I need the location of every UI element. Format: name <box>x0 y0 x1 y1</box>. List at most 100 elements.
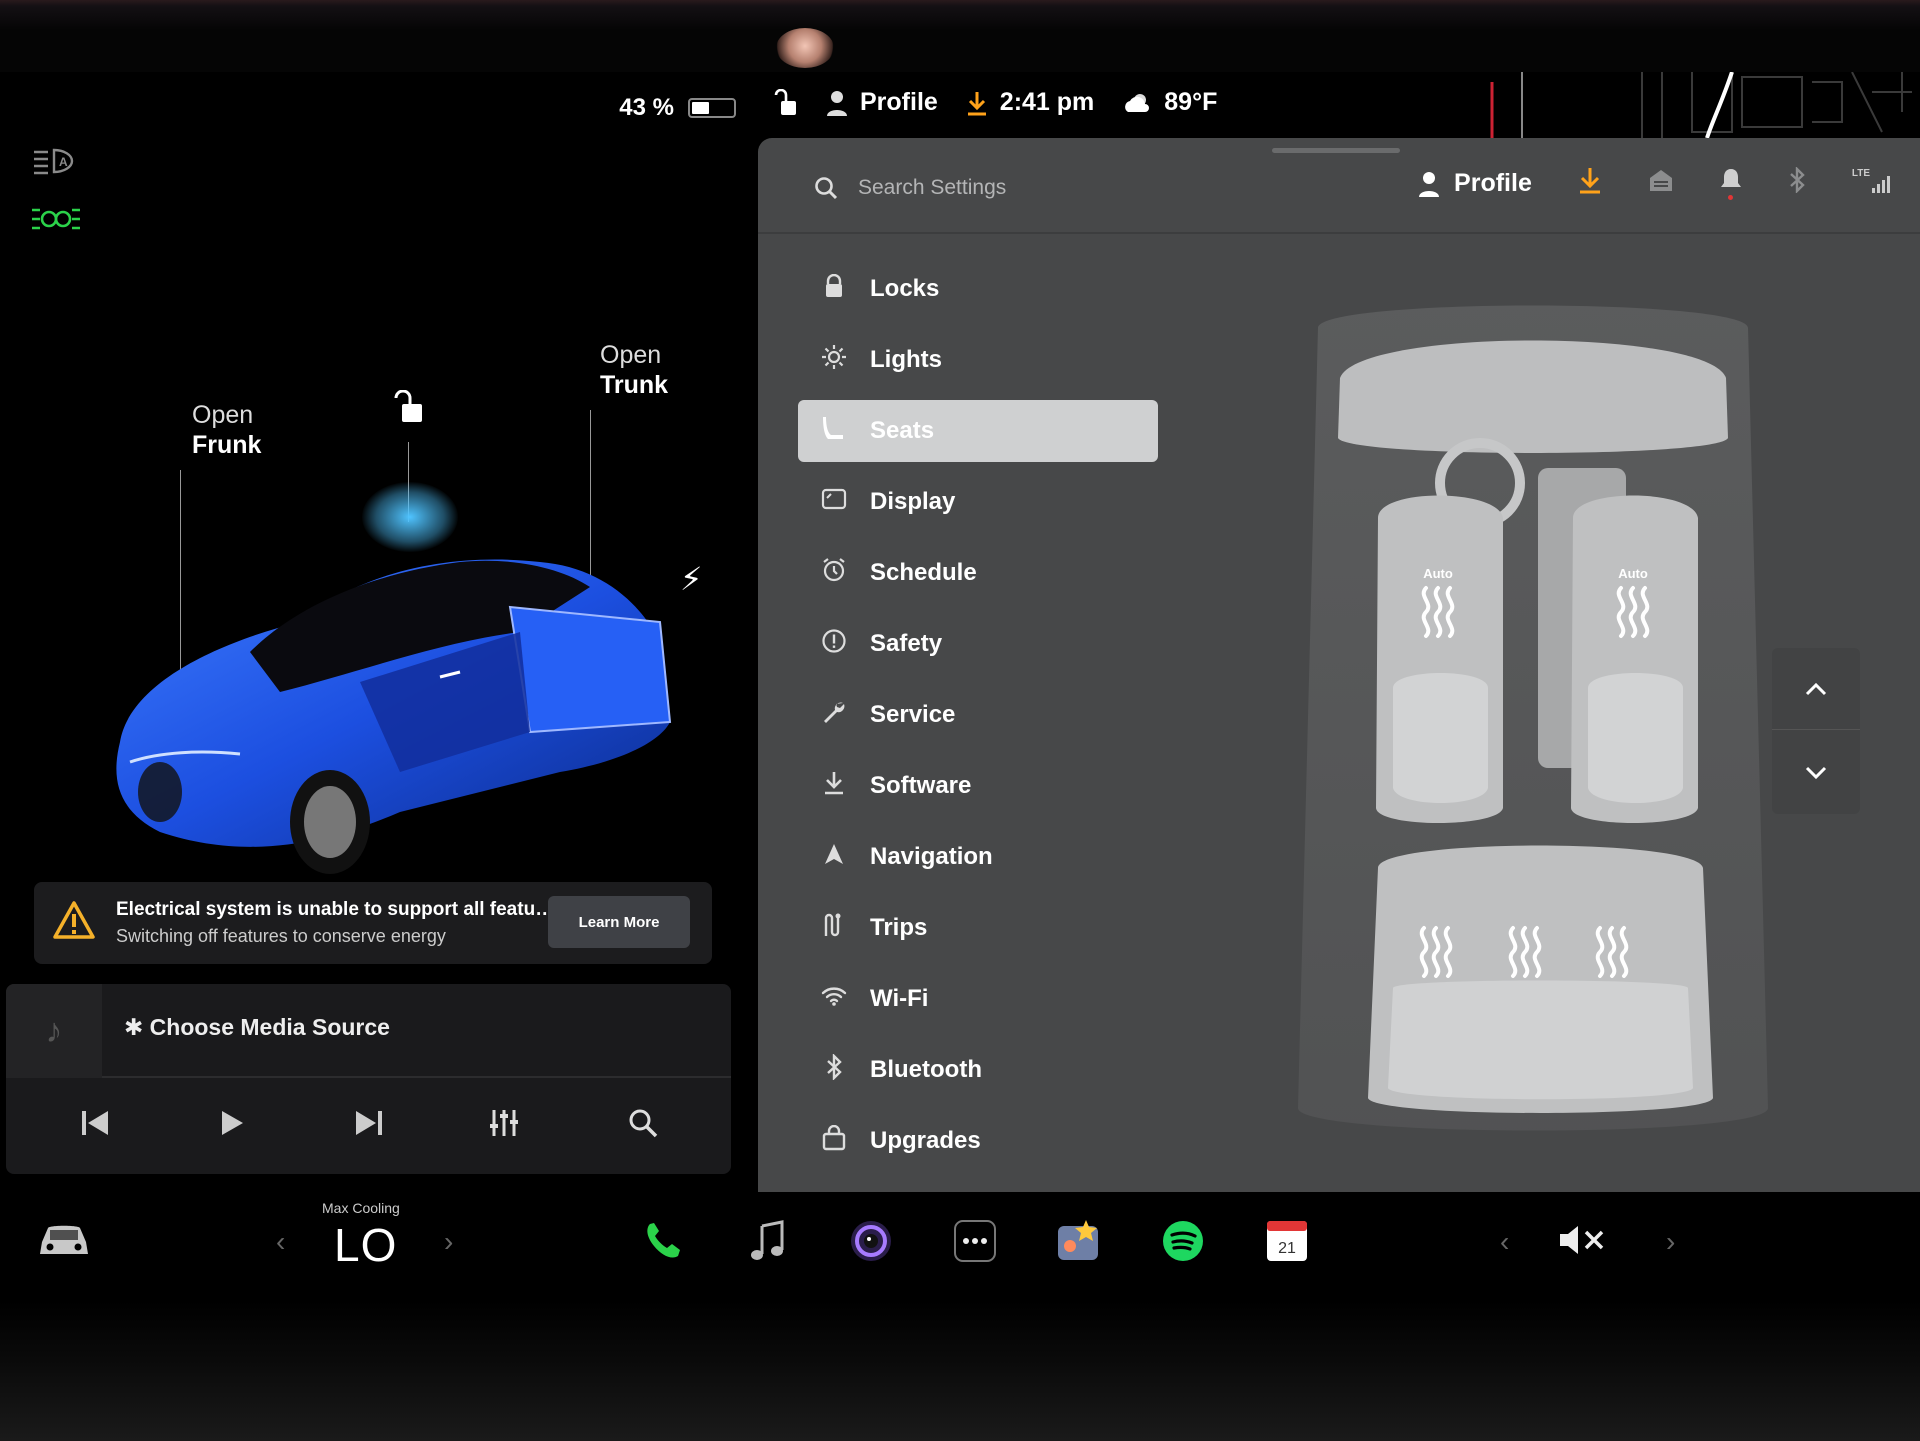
media-source-row[interactable]: ♪ ✱ Choose Media Source <box>6 984 731 1078</box>
frunk-open-text: Open <box>192 401 254 429</box>
car-3d-model <box>116 559 672 874</box>
open-trunk-button[interactable]: Open Trunk <box>600 340 668 400</box>
media-search-icon[interactable] <box>608 1108 678 1146</box>
bluetooth-small-icon: ✱ <box>124 1014 150 1040</box>
music-icon[interactable] <box>744 1218 790 1264</box>
front-right-seat-mode: Auto <box>1618 566 1648 581</box>
lte-label: LTE <box>1851 167 1870 179</box>
wrench-icon <box>820 699 848 731</box>
calendar-icon[interactable]: 21 <box>1264 1218 1310 1264</box>
climate-mode-label: Max Cooling <box>322 1200 400 1216</box>
car-panel: 43 % A Open Frunk Open Trunk ⚡ Electrica… <box>0 72 752 1192</box>
car-unlock-icon[interactable] <box>390 389 426 431</box>
volume-down-chevron[interactable]: ‹ <box>1500 1226 1509 1258</box>
settings-menu-item-safety[interactable]: Safety <box>798 613 1158 675</box>
settings-menu-label: Navigation <box>870 843 993 870</box>
search-icon <box>814 176 838 205</box>
temp-decrease-chevron[interactable]: ‹ <box>276 1226 285 1258</box>
next-track-icon[interactable] <box>334 1109 404 1145</box>
settings-menu-item-locks[interactable]: Locks <box>798 258 1158 320</box>
settings-menu-label: Display <box>870 488 956 515</box>
settings-menu-item-upgrades[interactable]: Upgrades <box>798 1110 1158 1172</box>
settings-menu-item-software[interactable]: Software <box>798 755 1158 817</box>
homelink-garage-icon[interactable] <box>1648 168 1674 199</box>
battery-status: 43 % <box>619 94 736 122</box>
warning-triangle-icon <box>52 900 96 945</box>
media-source-selector[interactable]: ✱ Choose Media Source <box>124 1014 390 1041</box>
phone-icon[interactable] <box>640 1218 686 1264</box>
car-icon[interactable] <box>36 1220 92 1265</box>
status-unlock-icon[interactable] <box>772 88 798 117</box>
bluetooth-icon[interactable] <box>1788 166 1806 200</box>
spotify-icon[interactable] <box>1160 1218 1206 1264</box>
svg-text:A: A <box>59 155 68 169</box>
search-settings-input[interactable] <box>858 168 1158 208</box>
media-source-label: Choose Media Source <box>149 1014 390 1040</box>
frunk-label: Frunk <box>192 431 262 459</box>
seat-scroll-control <box>1772 648 1860 814</box>
settings-menu-label: Safety <box>870 630 943 657</box>
settings-menu-label: Seats <box>870 417 935 444</box>
more-apps-icon[interactable] <box>952 1218 998 1264</box>
software-download-icon[interactable] <box>1578 166 1602 201</box>
settings-menu-item-seats[interactable]: Seats <box>798 400 1158 462</box>
settings-menu-item-lights[interactable]: Lights <box>798 329 1158 391</box>
camera-app-icon[interactable] <box>848 1218 894 1264</box>
front-left-seat-mode: Auto <box>1423 566 1453 581</box>
chevron-down-icon[interactable] <box>1772 732 1860 814</box>
chevron-up-icon[interactable] <box>1772 648 1860 730</box>
toybox-icon[interactable] <box>1056 1218 1102 1264</box>
climate-temperature[interactable]: LO <box>334 1218 397 1272</box>
map-preview <box>1490 72 1912 138</box>
status-profile[interactable]: Profile <box>826 88 938 117</box>
open-frunk-button[interactable]: Open Frunk <box>192 400 261 460</box>
learn-more-button[interactable]: Learn More <box>548 896 690 948</box>
settings-profile[interactable]: Profile <box>1418 169 1532 198</box>
settings-menu-label: Bluetooth <box>870 1056 982 1083</box>
notification-bell-icon[interactable] <box>1720 167 1742 200</box>
settings-profile-label: Profile <box>1454 169 1532 197</box>
settings-menu-label: Service <box>870 701 956 728</box>
status-profile-label: Profile <box>860 88 938 116</box>
panel-drag-handle[interactable] <box>1272 148 1400 153</box>
app-launcher: 21 <box>640 1218 1310 1264</box>
settings-menu-item-trips[interactable]: Trips <box>798 897 1158 959</box>
settings-menu-label: Locks <box>870 275 940 302</box>
trunk-open-text: Open <box>600 341 662 369</box>
battery-percent: 43 % <box>619 94 674 121</box>
rear-bench-seat[interactable] <box>1368 845 1713 1114</box>
charge-port-icon[interactable]: ⚡ <box>680 560 702 598</box>
temp-increase-chevron[interactable]: › <box>444 1226 453 1258</box>
parking-lights-icon <box>30 204 82 241</box>
front-left-seat[interactable] <box>1376 495 1503 824</box>
partly-cloudy-icon <box>1125 93 1150 112</box>
settings-menu-label: Lights <box>870 346 942 373</box>
calendar-day: 21 <box>1278 1240 1296 1257</box>
play-icon[interactable] <box>197 1109 267 1145</box>
display-icon <box>820 488 848 516</box>
settings-menu-label: Upgrades <box>870 1127 981 1154</box>
front-right-seat[interactable] <box>1571 495 1698 824</box>
navigation-icon <box>820 842 848 872</box>
alert-title: Electrical system is unable to support a… <box>116 899 556 920</box>
settings-menu-item-navigation[interactable]: Navigation <box>798 826 1158 888</box>
previous-track-icon[interactable] <box>60 1109 130 1145</box>
settings-menu-item-display[interactable]: Display <box>798 471 1158 533</box>
lock-icon <box>820 273 848 304</box>
settings-menu-item-schedule[interactable]: Schedule <box>798 542 1158 604</box>
person-icon <box>1419 171 1440 197</box>
equalizer-icon[interactable] <box>471 1108 541 1146</box>
status-items: Profile 2:41 pm 89°F <box>772 88 1217 117</box>
alarm-icon <box>820 557 848 589</box>
volume-up-chevron[interactable]: › <box>1666 1226 1675 1258</box>
settings-menu-item-wi-fi[interactable]: Wi-Fi <box>798 968 1158 1030</box>
sun-icon <box>820 344 848 376</box>
seat-icon <box>820 415 848 447</box>
settings-menu-item-bluetooth[interactable]: Bluetooth <box>798 1039 1158 1101</box>
bag-icon <box>820 1124 848 1157</box>
status-weather: 89°F <box>1122 88 1217 117</box>
volume-muted-icon[interactable] <box>1558 1222 1610 1263</box>
download-icon <box>967 91 986 115</box>
settings-menu-item-service[interactable]: Service <box>798 684 1158 746</box>
battery-fill <box>692 102 710 114</box>
